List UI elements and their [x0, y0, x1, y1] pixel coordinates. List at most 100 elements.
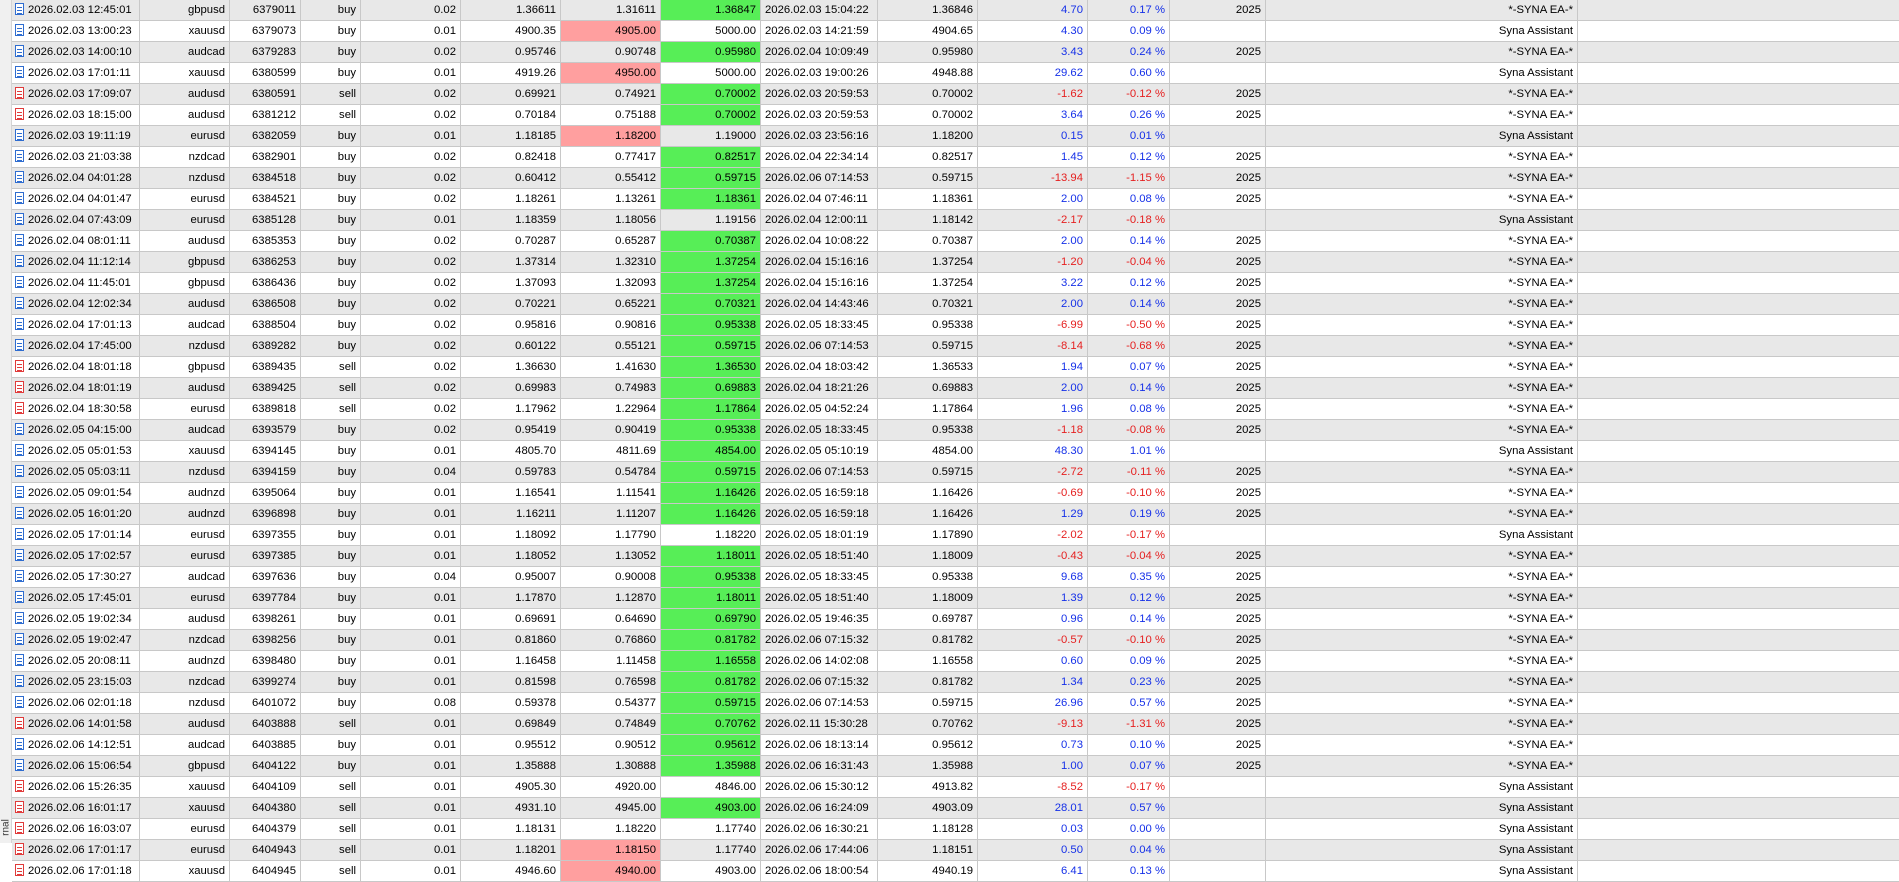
table-row[interactable]: 2026.02.04 17:45:00 nzdusd 6389282 buy 0.02 0… [12, 336, 1899, 357]
symbol-cell: xauusd [140, 798, 230, 818]
tp-cell-text: 0.59715 [715, 172, 756, 184]
side-tab-label: rnal [0, 819, 12, 836]
table-row[interactable]: 2026.02.06 17:01:17 eurusd 6404943 sell 0.01… [12, 840, 1899, 861]
profit-cell: 2.00 [978, 231, 1088, 251]
sl-cell-text: 4940.00 [615, 865, 656, 877]
table-row[interactable]: 2026.02.04 11:45:01 gbpusd 6386436 buy 0.02 1… [12, 273, 1899, 294]
table-row[interactable]: 2026.02.06 16:03:07 eurusd 6404379 sell 0.01… [12, 819, 1899, 840]
table-row[interactable]: 2026.02.04 12:02:34 audusd 6386508 buy 0.02 0… [12, 294, 1899, 315]
type-cell-text: buy [337, 508, 356, 520]
table-row[interactable]: 2026.02.06 14:01:58 audusd 6403888 sell 0.01… [12, 714, 1899, 735]
sl-cell-text: 1.30888 [615, 760, 656, 772]
table-row[interactable]: 2026.02.05 17:01:14 eurusd 6397355 buy 0.01 1… [12, 525, 1899, 546]
table-row[interactable]: 2026.02.05 17:45:01 eurusd 6397784 buy 0.01 1… [12, 588, 1899, 609]
table-row[interactable]: 2026.02.04 18:30:58 eurusd 6389818 sell 0.02… [12, 399, 1899, 420]
comment-cell: Syna Assistant [1266, 798, 1578, 818]
table-row[interactable]: 2026.02.05 04:15:00 audcad 6393579 buy 0.02 0… [12, 420, 1899, 441]
volume-cell-text: 0.01 [434, 214, 456, 226]
table-row[interactable]: 2026.02.06 15:26:35 xauusd 6404109 sell 0.01… [12, 777, 1899, 798]
table-row[interactable]: 2026.02.05 23:15:03 nzdcad 6399274 buy 0.01 0… [12, 672, 1899, 693]
buy-order-icon [15, 255, 24, 267]
symbol-cell-text: xauusd [188, 802, 225, 814]
table-row[interactable]: 2026.02.04 04:01:28 nzdusd 6384518 buy 0.02 0… [12, 168, 1899, 189]
table-row[interactable]: 2026.02.05 19:02:47 nzdcad 6398256 buy 0.01 0… [12, 630, 1899, 651]
table-row[interactable]: 2026.02.03 17:01:11 xauusd 6380599 buy 0.01 4… [12, 63, 1899, 84]
tp-cell-text: 1.19000 [715, 130, 756, 142]
comment-cell-text: *-SYNA EA-* [1508, 88, 1573, 100]
close-price-cell: 0.59715 [878, 168, 978, 188]
table-row[interactable]: 2026.02.03 19:11:19 eurusd 6382059 buy 0.01 1… [12, 126, 1899, 147]
close-time-cell-text: 2026.02.04 22:34:14 [765, 151, 869, 163]
type-cell: buy [301, 504, 361, 524]
table-row[interactable]: 2026.02.05 17:30:27 audcad 6397636 buy 0.04 0… [12, 567, 1899, 588]
magic-cell-text: 2025 [1235, 676, 1261, 688]
table-row[interactable]: 2026.02.03 14:00:10 audcad 6379283 buy 0.02 0… [12, 42, 1899, 63]
profit-cell: -0.43 [978, 546, 1088, 566]
symbol-cell-text: gbpusd [187, 4, 225, 16]
close-time-cell-text: 2026.02.06 18:13:14 [765, 739, 869, 751]
table-row[interactable]: 2026.02.04 18:01:18 gbpusd 6389435 sell 0.02… [12, 357, 1899, 378]
sl-cell-text: 0.54377 [615, 697, 656, 709]
table-row[interactable]: 2026.02.03 13:00:23 xauusd 6379073 buy 0.01 4… [12, 21, 1899, 42]
magic-cell: 2025 [1170, 504, 1266, 524]
symbol-cell: eurusd [140, 210, 230, 230]
open-price-cell: 0.69921 [461, 84, 561, 104]
close-time-cell: 2026.02.06 17:44:06 [761, 840, 878, 860]
tp-cell-text: 5000.00 [715, 25, 756, 37]
open-time-cell: 2026.02.06 17:01:18 [12, 861, 140, 881]
open-time-cell: 2026.02.03 18:15:00 [12, 105, 140, 125]
table-row[interactable]: 2026.02.06 15:06:54 gbpusd 6404122 buy 0.01 1… [12, 756, 1899, 777]
profit-cell-text: 2.00 [1061, 382, 1083, 394]
open-time-cell: 2026.02.04 04:01:28 [12, 168, 140, 188]
percent-cell: -0.50 % [1088, 315, 1170, 335]
table-row[interactable]: 2026.02.04 08:01:11 audusd 6385353 buy 0.02 0… [12, 231, 1899, 252]
table-row[interactable]: 2026.02.05 19:02:34 audusd 6398261 buy 0.01 0… [12, 609, 1899, 630]
close-price-cell: 0.82517 [878, 147, 978, 167]
open-time-cell-text: 2026.02.05 05:01:53 [28, 445, 132, 457]
table-row[interactable]: 2026.02.06 17:01:18 xauusd 6404945 sell 0.01… [12, 861, 1899, 882]
open-price-cell-text: 4919.26 [515, 67, 556, 79]
percent-cell-text: 0.57 % [1129, 802, 1165, 814]
ticket-cell-text: 6379011 [252, 4, 296, 16]
symbol-cell-text: audusd [187, 88, 225, 100]
ticket-cell: 6399274 [230, 672, 301, 692]
profit-cell: 2.00 [978, 294, 1088, 314]
table-row[interactable]: 2026.02.05 05:01:53 xauusd 6394145 buy 0.01 4… [12, 441, 1899, 462]
table-row[interactable]: 2026.02.03 12:45:01 gbpusd 6379011 buy 0.02 1… [12, 0, 1899, 21]
table-row[interactable]: 2026.02.06 14:12:51 audcad 6403885 buy 0.01 0… [12, 735, 1899, 756]
ticket-cell: 6398256 [230, 630, 301, 650]
open-time-cell: 2026.02.04 17:45:00 [12, 336, 140, 356]
table-row[interactable]: 2026.02.05 05:03:11 nzdusd 6394159 buy 0.04 0… [12, 462, 1899, 483]
table-row[interactable]: 2026.02.05 09:01:54 audnzd 6395064 buy 0.01 1… [12, 483, 1899, 504]
close-price-cell: 4903.09 [878, 798, 978, 818]
ticket-cell-text: 6389425 [252, 382, 296, 394]
table-row[interactable]: 2026.02.05 20:08:11 audnzd 6398480 buy 0.01 1… [12, 651, 1899, 672]
comment-cell: *-SYNA EA-* [1266, 294, 1578, 314]
table-row[interactable]: 2026.02.03 17:09:07 audusd 6380591 sell 0.02… [12, 84, 1899, 105]
table-row[interactable]: 2026.02.05 17:02:57 eurusd 6397385 buy 0.01 1… [12, 546, 1899, 567]
terminal-side-tab[interactable]: rnal [0, 0, 12, 843]
ticket-cell-text: 6397784 [252, 592, 296, 604]
ticket-cell: 6403888 [230, 714, 301, 734]
close-price-cell: 4904.65 [878, 21, 978, 41]
table-row[interactable]: 2026.02.05 16:01:20 audnzd 6396898 buy 0.01 1… [12, 504, 1899, 525]
close-time-cell-text: 2026.02.03 20:59:53 [765, 88, 869, 100]
table-row[interactable]: 2026.02.03 18:15:00 audusd 6381212 sell 0.02… [12, 105, 1899, 126]
sl-cell: 4945.00 [561, 798, 661, 818]
table-row[interactable]: 2026.02.06 02:01:18 nzdusd 6401072 buy 0.08 0… [12, 693, 1899, 714]
table-row[interactable]: 2026.02.04 11:12:14 gbpusd 6386253 buy 0.02 1… [12, 252, 1899, 273]
volume-cell: 0.01 [361, 525, 461, 545]
tp-cell: 4846.00 [661, 777, 761, 797]
sl-cell: 0.90816 [561, 315, 661, 335]
table-row[interactable]: 2026.02.04 18:01:19 audusd 6389425 sell 0.02… [12, 378, 1899, 399]
magic-cell: 2025 [1170, 567, 1266, 587]
table-row[interactable]: 2026.02.04 17:01:13 audcad 6388504 buy 0.02 0… [12, 315, 1899, 336]
open-price-cell: 0.69983 [461, 378, 561, 398]
open-time-cell: 2026.02.05 17:30:27 [12, 567, 140, 587]
close-price-cell: 0.95338 [878, 420, 978, 440]
type-cell: buy [301, 609, 361, 629]
table-row[interactable]: 2026.02.04 04:01:47 eurusd 6384521 buy 0.02 1… [12, 189, 1899, 210]
table-row[interactable]: 2026.02.04 07:43:09 eurusd 6385128 buy 0.01 1… [12, 210, 1899, 231]
table-row[interactable]: 2026.02.06 16:01:17 xauusd 6404380 sell 0.01… [12, 798, 1899, 819]
table-row[interactable]: 2026.02.03 21:03:38 nzdcad 6382901 buy 0.02 0… [12, 147, 1899, 168]
